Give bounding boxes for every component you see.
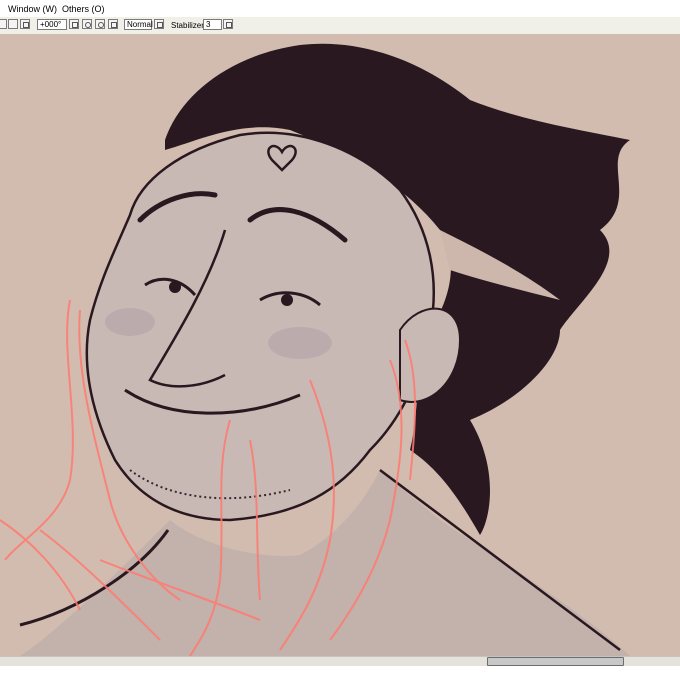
rotate-ccw-icon[interactable] bbox=[82, 19, 92, 29]
menu-bar: Window (W) Others (O) bbox=[0, 0, 680, 18]
blend-mode-select[interactable]: Normal bbox=[124, 19, 153, 30]
right-pupil bbox=[281, 294, 293, 306]
toolbar: +000° Normal Stabilizer 3 bbox=[0, 17, 680, 35]
scrollbar-thumb[interactable] bbox=[487, 657, 624, 666]
drawing-canvas[interactable] bbox=[0, 34, 680, 656]
rotate-left-button[interactable] bbox=[0, 19, 7, 29]
stabilizer-field[interactable]: 3 bbox=[203, 19, 222, 30]
scrollbar-track[interactable] bbox=[0, 656, 680, 666]
menu-others[interactable]: Others (O) bbox=[62, 4, 105, 14]
horizontal-scrollbar[interactable] bbox=[0, 656, 680, 680]
status-strip bbox=[0, 666, 680, 680]
stabilizer-label: Stabilizer bbox=[171, 21, 204, 30]
rotation-field[interactable]: +000° bbox=[37, 19, 67, 30]
artwork bbox=[0, 43, 630, 656]
reset-view-button[interactable] bbox=[20, 19, 30, 29]
right-cheek-blush bbox=[268, 327, 332, 359]
stop-icon[interactable] bbox=[108, 19, 118, 29]
stabilizer-dropdown-icon[interactable] bbox=[223, 19, 233, 29]
rotate-cw-icon[interactable] bbox=[95, 19, 105, 29]
menu-window[interactable]: Window (W) bbox=[8, 4, 57, 14]
flip-icon[interactable] bbox=[8, 19, 18, 29]
rotation-reset-button[interactable] bbox=[69, 19, 79, 29]
left-pupil bbox=[169, 281, 181, 293]
left-cheek-blush bbox=[105, 308, 155, 336]
blend-mode-dropdown-icon[interactable] bbox=[154, 19, 164, 29]
